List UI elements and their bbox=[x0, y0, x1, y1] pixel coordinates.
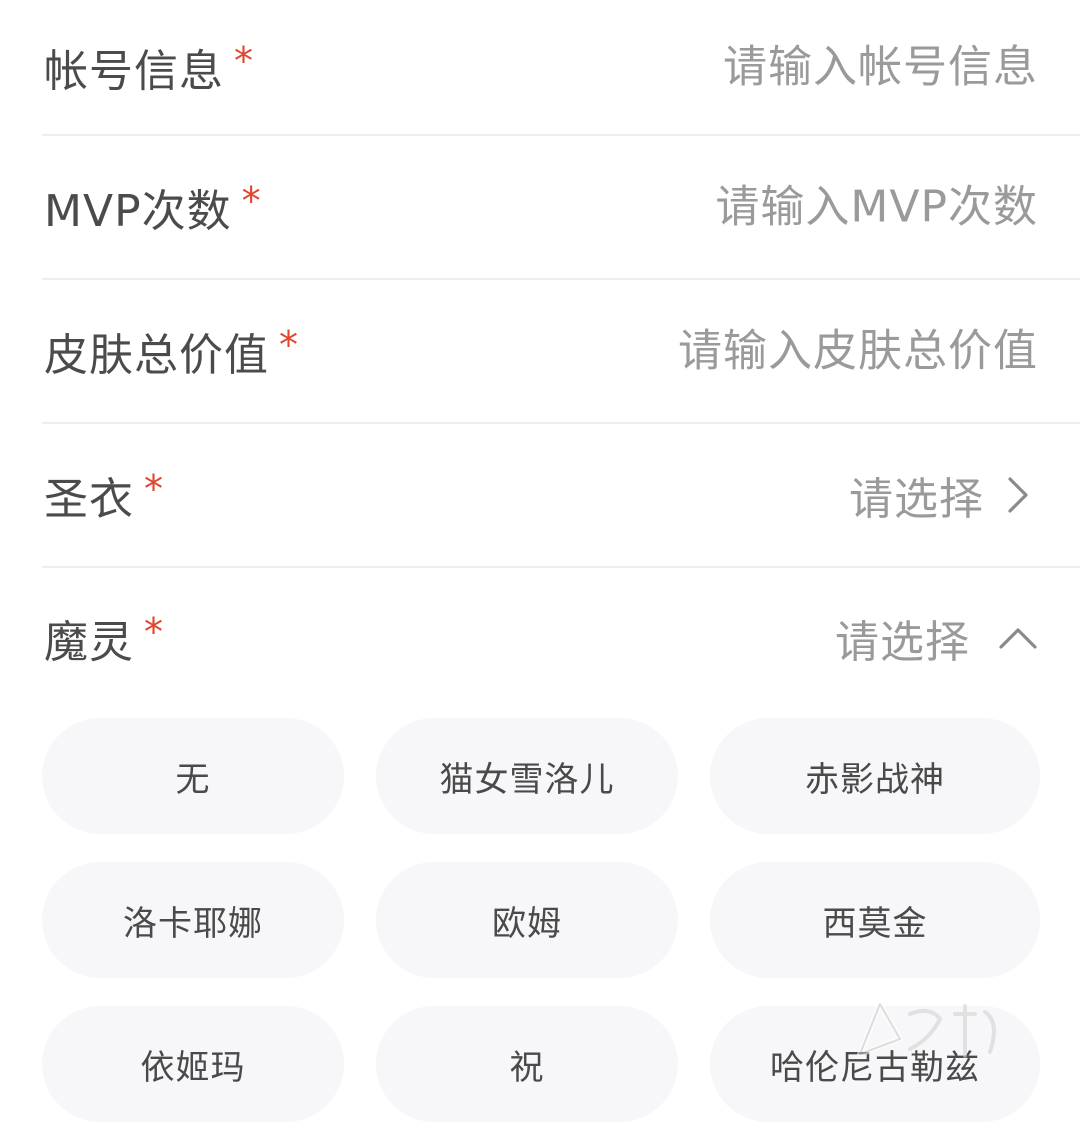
chevron-up-icon bbox=[998, 618, 1038, 658]
account-info-input[interactable] bbox=[478, 41, 1038, 93]
row-holy-cloth[interactable]: 圣衣 * 请选择 bbox=[42, 424, 1080, 568]
demon-spirit-select[interactable]: 请选择 bbox=[835, 606, 1038, 670]
required-mark: * bbox=[241, 179, 262, 223]
mvp-count-label: MVP次数 * bbox=[44, 175, 262, 239]
demon-spirit-label-text: 魔灵 bbox=[44, 617, 134, 668]
skin-value-label-text: 皮肤总价值 bbox=[44, 330, 269, 381]
chevron-right-icon bbox=[998, 475, 1038, 515]
option-chip[interactable]: 赤影战神 bbox=[710, 718, 1040, 834]
account-info-label-text: 帐号信息 bbox=[44, 46, 224, 97]
row-skin-value: 皮肤总价值 * bbox=[42, 280, 1080, 424]
account-info-label: 帐号信息 * bbox=[44, 35, 254, 99]
demon-spirit-select-text: 请选择 bbox=[835, 617, 970, 668]
demon-spirit-label: 魔灵 * bbox=[44, 606, 164, 670]
required-mark: * bbox=[144, 467, 164, 511]
option-chip[interactable]: 欧姆 bbox=[376, 862, 678, 978]
row-mvp-count: MVP次数 * bbox=[42, 136, 1080, 280]
mvp-count-input[interactable] bbox=[478, 181, 1038, 233]
skin-value-field bbox=[478, 325, 1038, 377]
option-chip[interactable]: 无 bbox=[42, 718, 344, 834]
option-chip[interactable]: 西莫金 bbox=[710, 862, 1040, 978]
required-mark: * bbox=[144, 610, 164, 654]
required-mark: * bbox=[234, 39, 254, 83]
option-chip[interactable]: 祝 bbox=[376, 1006, 678, 1122]
row-account-info: 帐号信息 * bbox=[42, 0, 1080, 136]
option-chip[interactable]: 洛卡耶娜 bbox=[42, 862, 344, 978]
option-chip[interactable]: 猫女雪洛儿 bbox=[376, 718, 678, 834]
option-chip[interactable]: 依姬玛 bbox=[42, 1006, 344, 1122]
account-info-field bbox=[478, 41, 1038, 93]
demon-spirit-options: 无 猫女雪洛儿 赤影战神 洛卡耶娜 欧姆 西莫金 依姬玛 祝 哈伦尼古勒兹 bbox=[42, 718, 1040, 1122]
mvp-count-field bbox=[478, 181, 1038, 233]
holy-cloth-label-text: 圣衣 bbox=[44, 474, 134, 525]
row-demon-spirit[interactable]: 魔灵 * 请选择 bbox=[42, 568, 1080, 708]
skin-value-label: 皮肤总价值 * bbox=[44, 319, 299, 383]
required-mark: * bbox=[279, 323, 299, 367]
mvp-count-label-text: MVP次数 bbox=[44, 186, 232, 237]
holy-cloth-label: 圣衣 * bbox=[44, 463, 164, 527]
holy-cloth-select-text: 请选择 bbox=[849, 474, 984, 525]
option-chip[interactable]: 哈伦尼古勒兹 bbox=[710, 1006, 1040, 1122]
skin-value-input[interactable] bbox=[478, 325, 1038, 377]
holy-cloth-select[interactable]: 请选择 bbox=[849, 463, 1038, 527]
account-form: 帐号信息* MVP次数* 皮肤总价值* 圣衣* 请选择 bbox=[0, 0, 1080, 708]
